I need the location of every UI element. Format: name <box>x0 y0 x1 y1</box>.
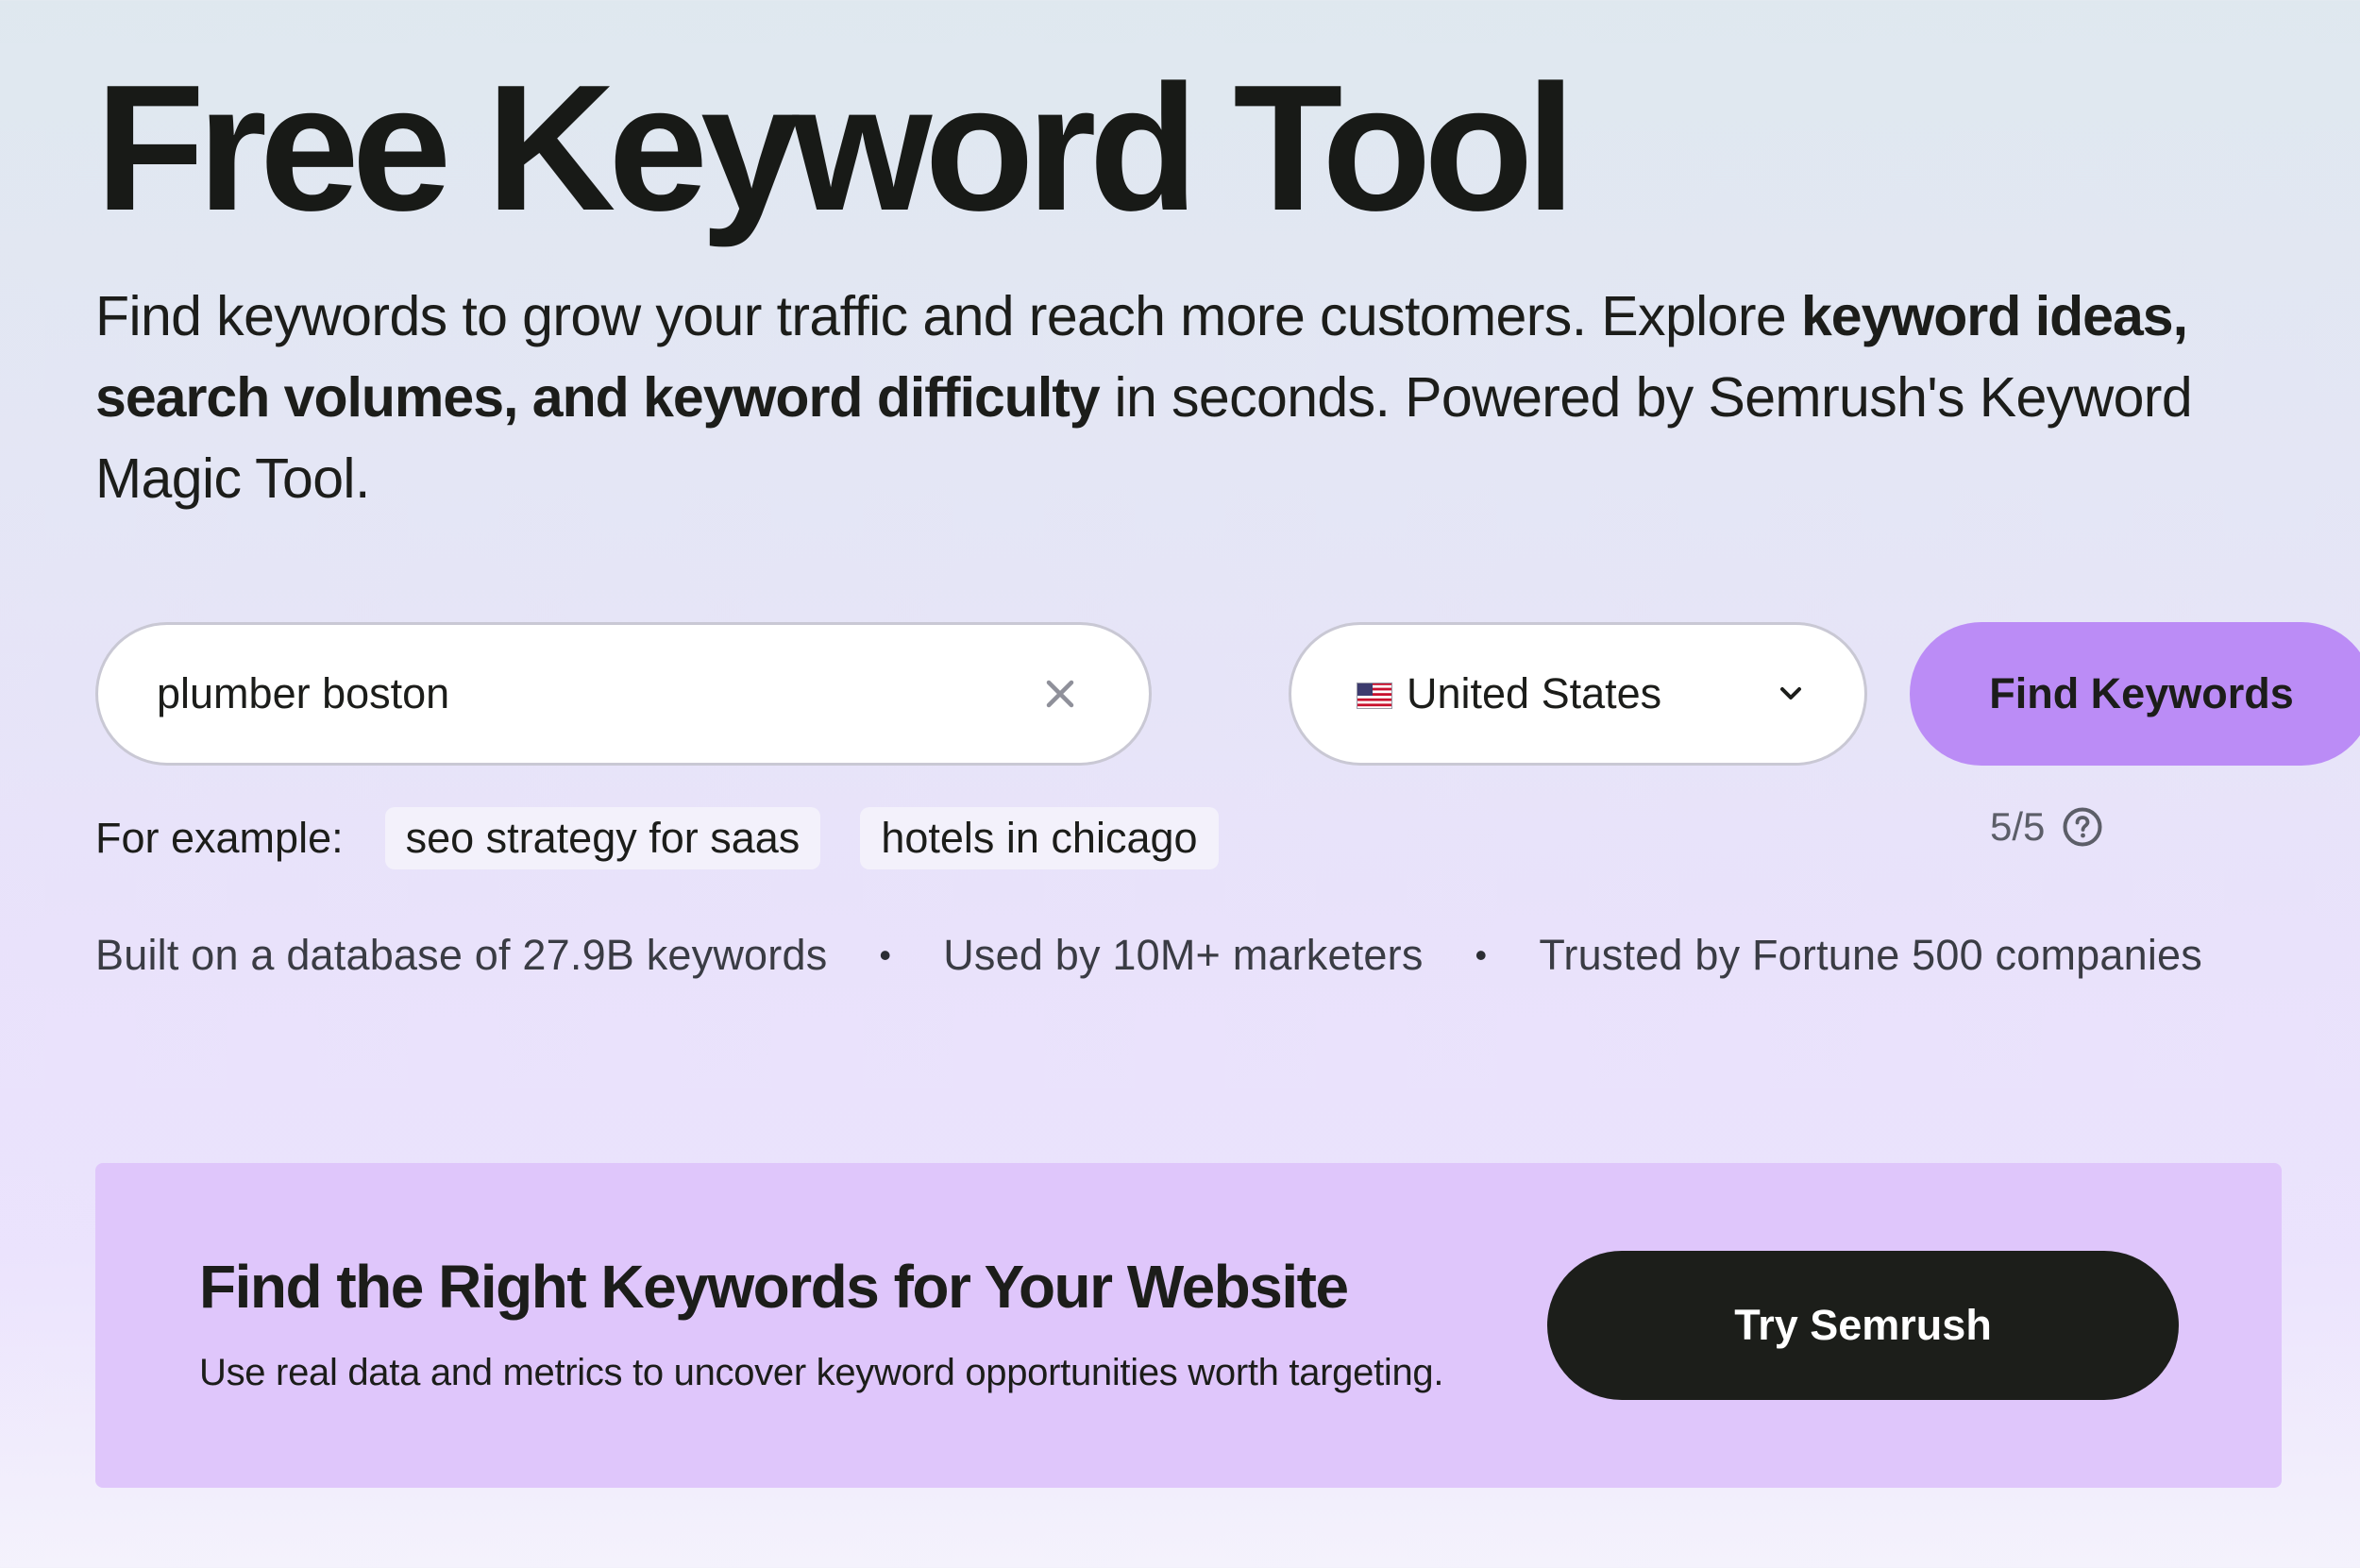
example-chip[interactable]: seo strategy for saas <box>384 807 821 869</box>
subtitle-text-start: Find keywords to grow your traffic and r… <box>95 285 1801 347</box>
stat-item: Built on a database of 27.9B keywords <box>95 931 828 979</box>
stats-row: Built on a database of 27.9B keywords • … <box>95 927 2202 984</box>
examples-label: For example: <box>95 814 344 862</box>
keyword-search-input[interactable] <box>157 625 1006 763</box>
cta-title: Find the Right Keywords for Your Website <box>199 1253 1349 1321</box>
page-title: Free Keyword Tool <box>95 48 1576 248</box>
bullet-separator: • <box>879 936 892 974</box>
examples-row: For example: seo strategy for saas hotel… <box>95 807 1258 869</box>
cta-text: Use real data and metrics to uncover key… <box>199 1352 1444 1393</box>
country-select[interactable]: United States <box>1289 622 1867 766</box>
page-subtitle: Find keywords to grow your traffic and r… <box>95 276 2295 519</box>
find-keywords-button[interactable]: Find Keywords <box>1910 622 2360 766</box>
selected-country: United States <box>1407 669 1662 717</box>
bullet-separator: • <box>1475 936 1488 974</box>
stat-item: Used by 10M+ marketers <box>943 931 1424 979</box>
close-icon[interactable] <box>1039 673 1081 715</box>
example-chip[interactable]: hotels in chicago <box>860 807 1219 869</box>
us-flag-icon <box>1357 683 1392 709</box>
help-icon[interactable] <box>2062 806 2103 848</box>
stat-item: Trusted by Fortune 500 companies <box>1539 931 2202 979</box>
usage-counter: 5/5 <box>1990 803 2103 851</box>
usage-count: 5/5 <box>1990 804 2046 849</box>
try-semrush-button[interactable]: Try Semrush <box>1547 1251 2179 1400</box>
chevron-down-icon <box>1780 687 1801 700</box>
cta-banner: Find the Right Keywords for Your Website… <box>95 1163 2282 1488</box>
keyword-search-box <box>95 622 1152 766</box>
